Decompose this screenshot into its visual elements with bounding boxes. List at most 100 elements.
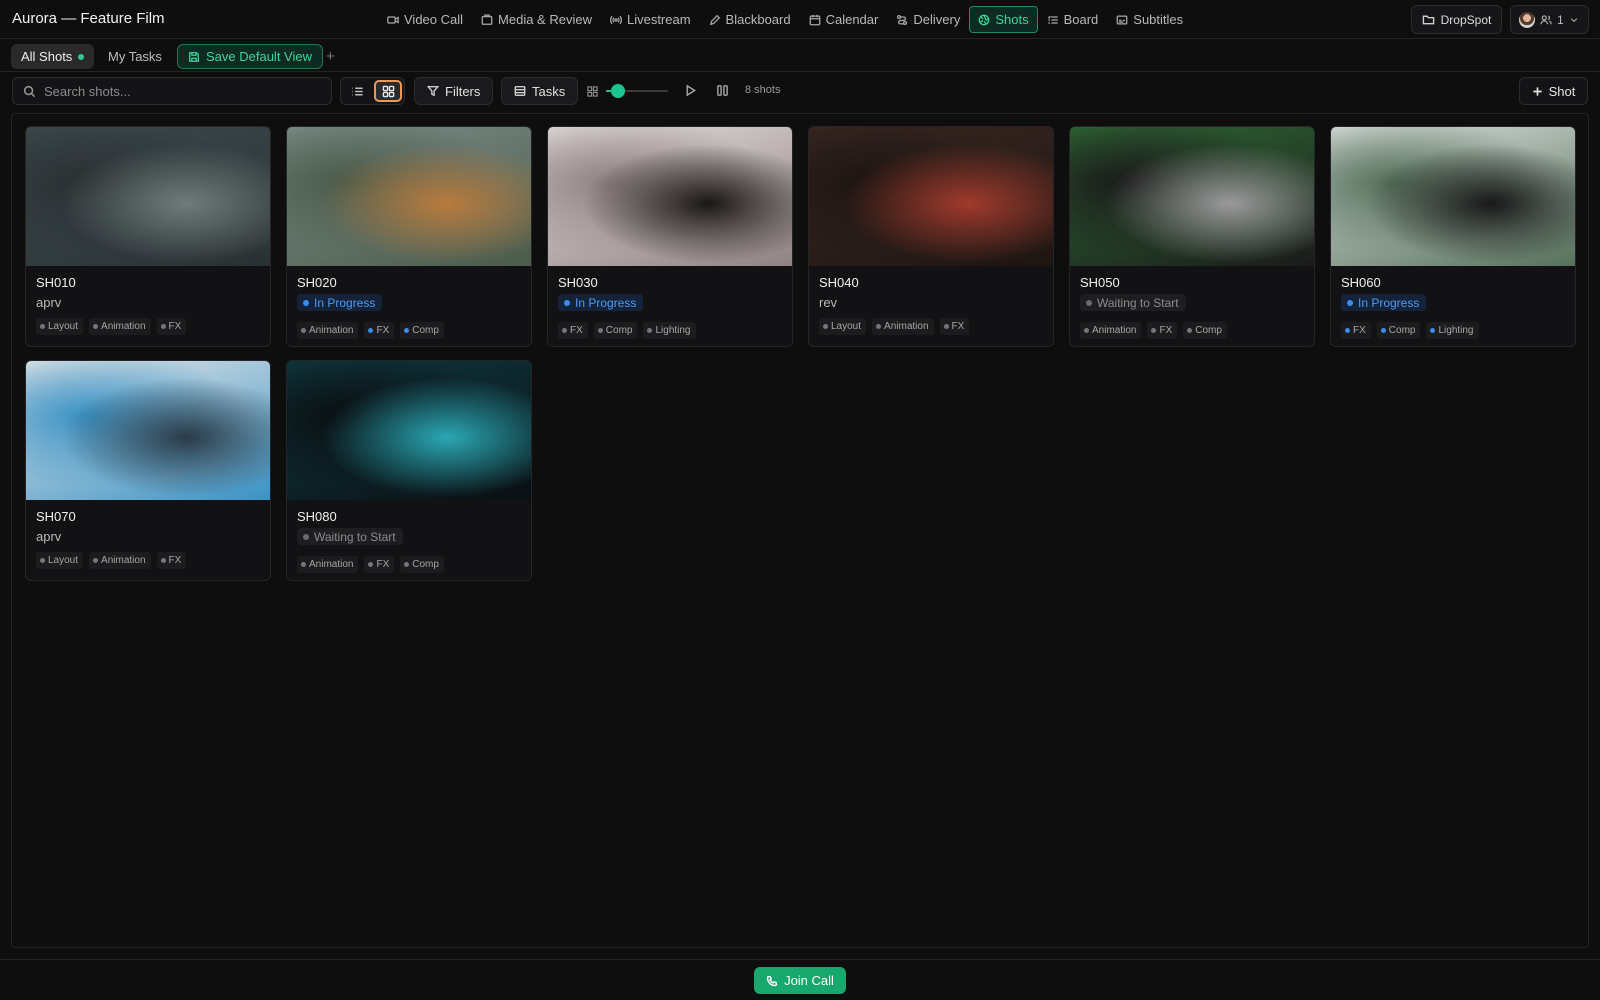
shot-thumbnail[interactable] <box>287 127 531 266</box>
tag-dot <box>1345 328 1350 333</box>
nav-label: Livestream <box>626 12 691 27</box>
tasks-button[interactable]: Tasks <box>501 77 579 105</box>
tab-all-shots[interactable]: All Shots <box>11 44 95 69</box>
task-tag[interactable]: FX <box>939 318 970 335</box>
save-default-view-button[interactable]: Save Default View <box>177 44 323 69</box>
shot-card[interactable]: SH060 In Progress FX Comp Lighting <box>1330 126 1576 347</box>
tag-dot <box>404 328 410 333</box>
task-tag[interactable]: FX <box>364 322 395 339</box>
task-tag[interactable]: Comp <box>593 322 638 339</box>
task-tag[interactable]: Comp <box>400 556 444 573</box>
tag-dot <box>1151 328 1157 333</box>
shot-thumbnail[interactable] <box>287 361 531 500</box>
main-nav: Video Call Media & Review Livestream Blackb… <box>378 6 1192 33</box>
task-tag[interactable]: FX <box>364 556 395 573</box>
nav-livestream[interactable]: Livestream <box>601 6 700 33</box>
tab-my-tasks-label: My Tasks <box>108 49 162 64</box>
nav-label: Video Call <box>404 12 464 27</box>
tag-label: Animation <box>309 559 354 570</box>
columns-button[interactable] <box>716 84 729 100</box>
shot-card[interactable]: SH040 rev Layout Animation FX <box>808 126 1054 347</box>
nav-subtitles[interactable]: Subtitles <box>1107 6 1192 33</box>
tag-label: Animation <box>1092 325 1137 336</box>
thumbnail-size-slider[interactable] <box>606 84 668 98</box>
tag-label: FX <box>168 321 182 332</box>
shot-card[interactable]: SH050 Waiting to Start Animation FX Comp <box>1069 126 1315 347</box>
shot-thumbnail[interactable] <box>809 127 1053 266</box>
task-tag[interactable]: Animation <box>297 556 359 573</box>
task-tag[interactable]: FX <box>1341 322 1371 339</box>
tag-label: Animation <box>884 321 929 332</box>
add-view-button[interactable]: + <box>322 44 339 69</box>
task-tag[interactable]: Animation <box>1080 322 1142 339</box>
shot-thumbnail[interactable] <box>26 127 270 266</box>
shot-card[interactable]: SH030 In Progress FX Comp Lighting <box>547 126 793 347</box>
join-call-label: Join Call <box>784 973 834 988</box>
nav-delivery[interactable]: Delivery <box>887 6 969 33</box>
filters-button[interactable]: Filters <box>414 77 494 105</box>
task-tag[interactable]: Comp <box>1183 322 1227 339</box>
task-tag[interactable]: FX <box>1147 322 1178 339</box>
nav-shots[interactable]: Shots <box>969 6 1038 33</box>
participants-button[interactable]: 1 <box>1510 5 1589 34</box>
status-badge: In Progress <box>297 294 383 311</box>
nav-video-call[interactable]: Video Call <box>378 6 472 33</box>
task-tag[interactable]: Lighting <box>1426 322 1479 339</box>
task-tag[interactable]: Layout <box>36 318 84 335</box>
status-dot <box>303 299 309 306</box>
tag-dot <box>40 324 45 329</box>
join-call-button[interactable]: Join Call <box>754 967 846 994</box>
shot-thumbnail[interactable] <box>1070 127 1314 266</box>
search-input[interactable] <box>44 83 314 99</box>
tag-dot <box>1380 328 1386 333</box>
shot-name: SH070 <box>36 509 76 524</box>
list-view-button[interactable] <box>343 80 371 102</box>
status-label: In Progress <box>1358 295 1420 310</box>
task-tag[interactable]: Layout <box>819 318 867 335</box>
shot-thumbnail[interactable] <box>1331 127 1575 266</box>
tag-label: Lighting <box>655 325 691 336</box>
tag-label: Comp <box>605 325 633 336</box>
nav-calendar[interactable]: Calendar <box>800 6 888 33</box>
tasks-icon <box>514 86 526 96</box>
list-icon <box>1047 15 1058 24</box>
task-tag[interactable]: FX <box>156 318 187 335</box>
shot-thumbnail[interactable] <box>548 127 792 266</box>
dropspot-button[interactable]: DropSpot <box>1411 5 1502 34</box>
task-tag[interactable]: Lighting <box>643 322 696 339</box>
slider-thumb[interactable] <box>611 84 626 98</box>
nav-blackboard[interactable]: Blackboard <box>700 6 800 33</box>
add-shot-label: Shot <box>1548 83 1576 99</box>
shot-card[interactable]: SH070 aprv Layout Animation FX <box>25 360 271 581</box>
task-tag[interactable]: FX <box>156 552 187 569</box>
calendar-icon <box>809 14 820 25</box>
play-button[interactable] <box>684 84 697 100</box>
shot-card[interactable]: SH080 Waiting to Start Animation FX Comp <box>286 360 532 581</box>
shot-thumbnail[interactable] <box>26 361 270 500</box>
task-tag[interactable]: Comp <box>400 322 444 339</box>
shot-card[interactable]: SH010 aprv Layout Animation FX <box>25 126 271 347</box>
tag-label: Comp <box>1388 325 1416 336</box>
task-tag[interactable]: Animation <box>872 318 934 335</box>
task-tag[interactable]: Animation <box>89 318 151 335</box>
task-tag[interactable]: Animation <box>297 322 359 339</box>
tag-dot <box>876 324 882 329</box>
nav-label: Subtitles <box>1133 12 1184 27</box>
nav-media-review[interactable]: Media & Review <box>472 6 601 33</box>
task-tag[interactable]: Layout <box>36 552 84 569</box>
add-shot-button[interactable]: Shot <box>1519 77 1588 105</box>
tasks-label: Tasks <box>532 83 566 99</box>
tab-my-tasks[interactable]: My Tasks <box>98 44 172 69</box>
status-label: In Progress <box>314 295 376 310</box>
task-tag[interactable]: Comp <box>1376 322 1421 339</box>
tag-label: FX <box>951 321 965 332</box>
shot-card[interactable]: SH020 In Progress Animation FX Comp <box>286 126 532 347</box>
grid-view-button[interactable] <box>374 80 402 102</box>
search-icon <box>23 85 36 97</box>
task-tag[interactable]: FX <box>558 322 588 339</box>
nav-board[interactable]: Board <box>1038 6 1108 33</box>
status-dot <box>564 299 570 306</box>
media-icon <box>481 13 493 25</box>
task-tag[interactable]: Animation <box>89 552 151 569</box>
tag-label: Lighting <box>1438 325 1474 336</box>
